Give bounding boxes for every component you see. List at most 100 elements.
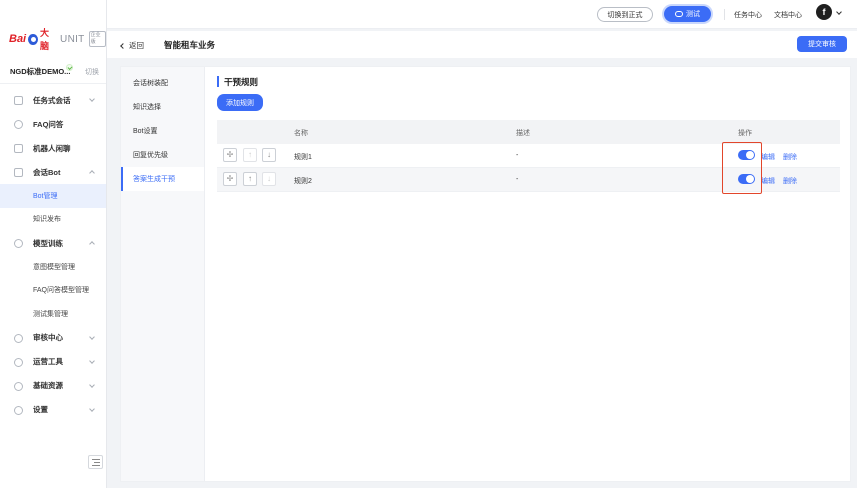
chevron-up-icon <box>89 241 95 247</box>
sidebar-item-label: 任务式会话 <box>33 95 71 105</box>
doc-center-link[interactable]: 文档中心 <box>774 10 802 20</box>
content-panel: 会话树装配 知识选择 Bot设置 回复优先级 答案生成干预 干预规则 添加规则 … <box>120 66 851 482</box>
page-title: 智能租车业务 <box>164 40 216 50</box>
subnav-item-bot-settings[interactable]: Bot设置 <box>121 119 204 143</box>
question-icon <box>14 120 23 129</box>
sidebar-collapse-button[interactable] <box>88 455 103 469</box>
page-header: 返回 智能租车业务 提交审核 <box>107 31 857 58</box>
sidebar-item-faq[interactable]: FAQ问答 <box>0 112 106 136</box>
sidebar-item-label: 机器人闲聊 <box>33 143 71 153</box>
chevron-down-icon[interactable] <box>836 9 842 15</box>
move-down-icon[interactable]: ↓ <box>262 148 276 162</box>
divider <box>724 9 725 20</box>
shield-icon <box>14 333 23 343</box>
back-label: 返回 <box>129 41 144 50</box>
rule-description: - <box>516 152 519 159</box>
chevron-down-icon <box>89 381 95 388</box>
sidebar-item-label: 模型训练 <box>33 238 63 248</box>
resource-icon <box>14 381 23 391</box>
task-center-link[interactable]: 任务中心 <box>734 10 762 20</box>
test-button-label: 测试 <box>686 11 700 18</box>
baidu-paw-icon <box>28 33 38 45</box>
section-title: 干预规则 <box>217 76 258 88</box>
drag-handle-icon[interactable]: ✢ <box>223 148 237 162</box>
test-button[interactable]: 测试 <box>664 6 711 22</box>
chevron-down-icon <box>89 96 95 102</box>
sidebar-item-label: 基础资源 <box>33 381 63 390</box>
sidebar-subitem-testset[interactable]: 测试集管理 <box>0 302 106 326</box>
subnav-item-knowledge-select[interactable]: 知识选择 <box>121 95 204 119</box>
logo-du-text: 大脑 <box>39 28 49 51</box>
brand-logo[interactable]: Bai 大脑 UNIT 企业版 <box>9 28 106 51</box>
chat-bubble-icon <box>675 11 683 17</box>
sidebar-item-label: 会话Bot <box>33 167 61 177</box>
project-selector[interactable]: NGD标准DEMO... 切换 <box>0 60 106 84</box>
chevron-down-icon <box>89 333 95 340</box>
logo-unit-text: UNIT <box>60 33 85 45</box>
bot-subnav: 会话树装配 知识选择 Bot设置 回复优先级 答案生成干预 <box>121 67 205 481</box>
column-header-actions: 操作 <box>738 130 752 137</box>
back-button[interactable]: 返回 <box>120 40 144 51</box>
sidebar-item-label: 运营工具 <box>33 357 63 366</box>
sidebar-item-chitchat[interactable]: 机器人闲聊 <box>0 136 106 160</box>
edit-link[interactable]: 编辑 <box>761 152 775 162</box>
edition-badge: 企业版 <box>88 31 106 47</box>
rule-enable-toggle[interactable] <box>738 174 755 184</box>
avatar[interactable]: f <box>816 4 832 20</box>
top-bar: 切换到正式 测试 任务中心 文档中心 f <box>107 0 857 29</box>
sidebar-item-label: 设置 <box>33 405 48 414</box>
move-up-icon[interactable]: ↑ <box>243 172 257 186</box>
chevron-left-icon <box>120 42 126 49</box>
rule-description: - <box>516 176 519 183</box>
project-status-icon <box>66 64 73 71</box>
chevron-up-icon <box>89 170 95 176</box>
project-switch-link[interactable]: 切换 <box>85 67 99 77</box>
rule-name: 规则1 <box>294 154 312 161</box>
add-rule-button[interactable]: 添加规则 <box>217 94 263 111</box>
sidebar-subitem-knowledge-publish[interactable]: 知识发布 <box>0 208 106 232</box>
table-row: ✢ ↑ ↓ 规则1 - 编辑 删除 <box>217 144 840 168</box>
drag-handle-icon[interactable]: ✢ <box>223 172 237 186</box>
sidebar-item-settings[interactable]: 设置 <box>0 398 106 422</box>
sidebar-item-ops-tools[interactable]: 运营工具 <box>0 350 106 374</box>
sidebar-subitem-bot-manage[interactable]: Bot管理 <box>0 184 106 208</box>
chevron-down-icon <box>89 357 95 364</box>
project-name: NGD标准DEMO... <box>10 67 71 76</box>
settings-icon <box>14 405 23 415</box>
move-up-icon: ↑ <box>243 148 257 162</box>
sidebar-item-review-center[interactable]: 审核中心 <box>0 326 106 350</box>
column-header-name: 名称 <box>294 130 308 137</box>
sidebar-item-label: 审核中心 <box>33 333 63 342</box>
delete-link[interactable]: 删除 <box>783 176 797 186</box>
move-down-icon: ↓ <box>262 172 276 186</box>
sidebar-nav: 任务式会话 FAQ问答 机器人闲聊 会话Bot Bot管理 知识发布 模型训练 … <box>0 88 106 422</box>
table-header: 名称 描述 操作 <box>217 120 840 144</box>
rule-enable-toggle[interactable] <box>738 150 755 160</box>
subnav-item-reply-priority[interactable]: 回复优先级 <box>121 143 204 167</box>
bot-icon <box>14 168 23 177</box>
sidebar-item-label: FAQ问答 <box>33 119 64 129</box>
subnav-item-tree-assembly[interactable]: 会话树装配 <box>121 71 204 95</box>
switch-to-production-button[interactable]: 切换到正式 <box>597 7 653 22</box>
sidebar-item-model-training[interactable]: 模型训练 <box>0 231 106 255</box>
chevron-down-icon <box>89 405 95 412</box>
sidebar-item-base-resources[interactable]: 基础资源 <box>0 374 106 398</box>
submit-review-button[interactable]: 提交审核 <box>797 36 847 52</box>
model-icon <box>14 239 23 248</box>
edit-link[interactable]: 编辑 <box>761 176 775 186</box>
sidebar-subitem-intent-model[interactable]: 意图模型管理 <box>0 255 106 279</box>
task-icon <box>14 96 23 105</box>
table-row: ✢ ↑ ↓ 规则2 - 编辑 删除 <box>217 168 840 192</box>
rule-name: 规则2 <box>294 178 312 185</box>
logo-bai-text: Bai <box>9 33 27 45</box>
tool-icon <box>14 357 23 367</box>
column-header-description: 描述 <box>516 130 530 137</box>
sidebar-item-dialog-bot[interactable]: 会话Bot <box>0 160 106 184</box>
chat-icon <box>14 144 23 153</box>
sidebar: Bai 大脑 UNIT 企业版 NGD标准DEMO... 切换 任务式会话 FA… <box>0 0 107 488</box>
rules-table: 名称 描述 操作 ✢ ↑ ↓ 规则1 - 编辑 删除 ✢ ↑ ↓ 规则2 - 编… <box>217 120 840 192</box>
subnav-item-answer-intervention[interactable]: 答案生成干预 <box>121 167 204 191</box>
delete-link[interactable]: 删除 <box>783 152 797 162</box>
sidebar-item-task-dialog[interactable]: 任务式会话 <box>0 88 106 112</box>
sidebar-subitem-faq-model[interactable]: FAQ问答模型管理 <box>0 279 106 303</box>
